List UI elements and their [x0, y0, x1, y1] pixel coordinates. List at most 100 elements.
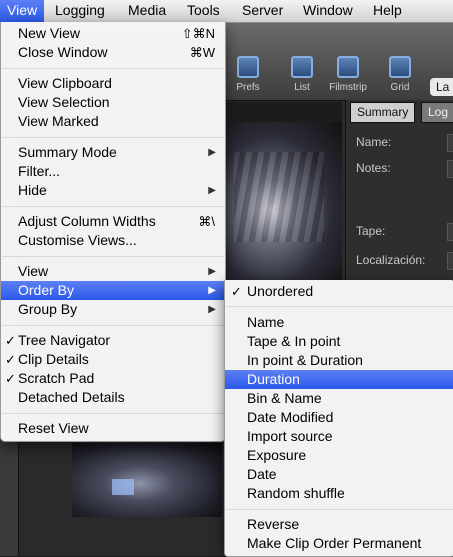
notes-field[interactable] — [447, 160, 453, 178]
grid-icon — [389, 56, 411, 78]
tab-log[interactable]: Log — [421, 102, 453, 123]
la-button[interactable]: La — [430, 78, 453, 96]
menu-item-view[interactable]: View ▶ — [1, 262, 225, 281]
menu-item-shortcut: ⌘\ — [198, 214, 215, 229]
menu-item-close-window[interactable]: Close Window ⌘W — [1, 43, 225, 62]
menu-item-order-by[interactable]: Order By ▶ — [1, 281, 225, 300]
name-field[interactable] — [447, 134, 453, 152]
menu-item-label: View — [18, 263, 49, 279]
prefs-button[interactable]: Prefs — [226, 56, 270, 93]
menu-item-label: Order By — [18, 282, 75, 298]
menu-item-label: Adjust Column Widths — [18, 213, 156, 229]
menu-item-detached-details[interactable]: Detached Details — [1, 388, 225, 407]
menu-item-new-view[interactable]: New View ⇧⌘N — [1, 24, 225, 43]
menubar-media[interactable]: Media — [121, 0, 173, 22]
menu-item-label: Detached Details — [18, 389, 125, 405]
menu-separator — [2, 413, 224, 414]
menu-item-label: New View — [18, 25, 80, 41]
menu-item-tape-in-point[interactable]: Tape & In point — [225, 332, 453, 351]
menu-separator — [2, 137, 224, 138]
menu-item-label: Reset View — [18, 420, 89, 436]
menu-item-customise-views[interactable]: Customise Views... — [1, 231, 225, 250]
menu-item-label: View Marked — [18, 113, 99, 129]
list-icon — [291, 56, 313, 78]
filmstrip-icon — [337, 56, 359, 78]
menu-item-adjust-column-widths[interactable]: Adjust Column Widths ⌘\ — [1, 212, 225, 231]
menu-item-view-selection[interactable]: View Selection — [1, 93, 225, 112]
menu-item-clip-details[interactable]: ✓ Clip Details — [1, 350, 225, 369]
menu-item-view-clipboard[interactable]: View Clipboard — [1, 74, 225, 93]
menu-item-make-clip-order-permanent[interactable]: Make Clip Order Permanent — [225, 534, 453, 553]
menu-item-label: In point & Duration — [247, 352, 363, 368]
menu-item-exposure[interactable]: Exposure — [225, 446, 453, 465]
menu-item-label: View Selection — [18, 94, 110, 110]
menu-item-tree-navigator[interactable]: ✓ Tree Navigator — [1, 331, 225, 350]
clip-thumbnail-bottom[interactable] — [72, 443, 222, 517]
menu-item-group-by[interactable]: Group By ▶ — [1, 300, 225, 319]
submenu-arrow-icon: ▶ — [208, 285, 216, 296]
menu-item-label: Tape & In point — [247, 333, 341, 349]
checkmark-icon: ✓ — [5, 371, 16, 386]
menu-separator — [2, 68, 224, 69]
checkmark-icon: ✓ — [231, 284, 242, 299]
menu-item-shortcut: ⇧⌘N — [181, 26, 215, 41]
menu-item-scratch-pad[interactable]: ✓ Scratch Pad — [1, 369, 225, 388]
localizacion-field[interactable] — [447, 252, 453, 270]
clip-pane-header — [224, 102, 342, 123]
menu-item-label: Filter... — [18, 163, 61, 179]
menu-item-reset-view[interactable]: Reset View — [1, 419, 225, 438]
submenu-arrow-icon: ▶ — [208, 147, 216, 158]
prefs-icon — [237, 56, 259, 78]
menubar-view[interactable]: View — [0, 0, 45, 22]
clip-thumbnail-top[interactable] — [224, 122, 342, 282]
menu-separator — [2, 206, 224, 207]
prefs-label: Prefs — [236, 82, 260, 93]
tab-summary[interactable]: Summary — [350, 102, 416, 123]
grid-view-button[interactable]: Grid — [378, 56, 422, 93]
submenu-arrow-icon: ▶ — [208, 266, 216, 277]
menu-item-date-modified[interactable]: Date Modified — [225, 408, 453, 427]
list-label: List — [294, 82, 310, 93]
menubar-window[interactable]: Window — [296, 0, 360, 22]
menu-item-bin-name[interactable]: Bin & Name — [225, 389, 453, 408]
menubar-help[interactable]: Help — [366, 0, 409, 22]
menu-item-label: Exposure — [247, 447, 307, 463]
tape-field[interactable] — [447, 223, 453, 241]
menu-item-label: Tree Navigator — [18, 332, 111, 348]
menu-item-filter[interactable]: Filter... — [1, 162, 225, 181]
menubar-server[interactable]: Server — [235, 0, 290, 22]
menu-item-view-marked[interactable]: View Marked — [1, 112, 225, 131]
menu-item-label: Scratch Pad — [18, 370, 95, 386]
menu-item-reverse[interactable]: Reverse — [225, 515, 453, 534]
menu-item-in-point-duration[interactable]: In point & Duration — [225, 351, 453, 370]
list-view-button[interactable]: List — [280, 56, 324, 93]
menubar-tools[interactable]: Tools — [180, 0, 227, 22]
menu-item-import-source[interactable]: Import source — [225, 427, 453, 446]
menu-item-shortcut: ⌘W — [189, 45, 215, 60]
menu-item-label: Customise Views... — [18, 232, 137, 248]
submenu-arrow-icon: ▶ — [208, 185, 216, 196]
menu-item-duration[interactable]: Duration — [225, 370, 453, 389]
checkmark-icon: ✓ — [5, 352, 16, 367]
menu-separator — [2, 256, 224, 257]
menu-item-date[interactable]: Date — [225, 465, 453, 484]
menu-item-hide[interactable]: Hide ▶ — [1, 181, 225, 200]
menu-item-name[interactable]: Name — [225, 313, 453, 332]
filmstrip-view-button[interactable]: Filmstrip — [326, 56, 370, 93]
menu-separator — [226, 509, 453, 510]
order-by-submenu: ✓ Unordered Name Tape & In point In poin… — [224, 280, 453, 557]
menu-item-label: Duration — [247, 371, 300, 387]
menubar-logging[interactable]: Logging — [48, 0, 112, 22]
view-menu: New View ⇧⌘N Close Window ⌘W View Clipbo… — [0, 22, 226, 442]
grid-label: Grid — [390, 82, 410, 93]
menu-item-label: Summary Mode — [18, 144, 117, 160]
menu-item-summary-mode[interactable]: Summary Mode ▶ — [1, 143, 225, 162]
menu-item-label: Unordered — [247, 283, 314, 299]
menu-item-label: Random shuffle — [247, 485, 345, 501]
menu-item-random-shuffle[interactable]: Random shuffle — [225, 484, 453, 503]
checkmark-icon: ✓ — [5, 333, 16, 348]
menu-item-label: Name — [247, 314, 285, 330]
menu-item-unordered[interactable]: ✓ Unordered — [225, 282, 453, 301]
menu-item-label: Group By — [18, 301, 78, 317]
name-label: Name: — [356, 135, 392, 149]
